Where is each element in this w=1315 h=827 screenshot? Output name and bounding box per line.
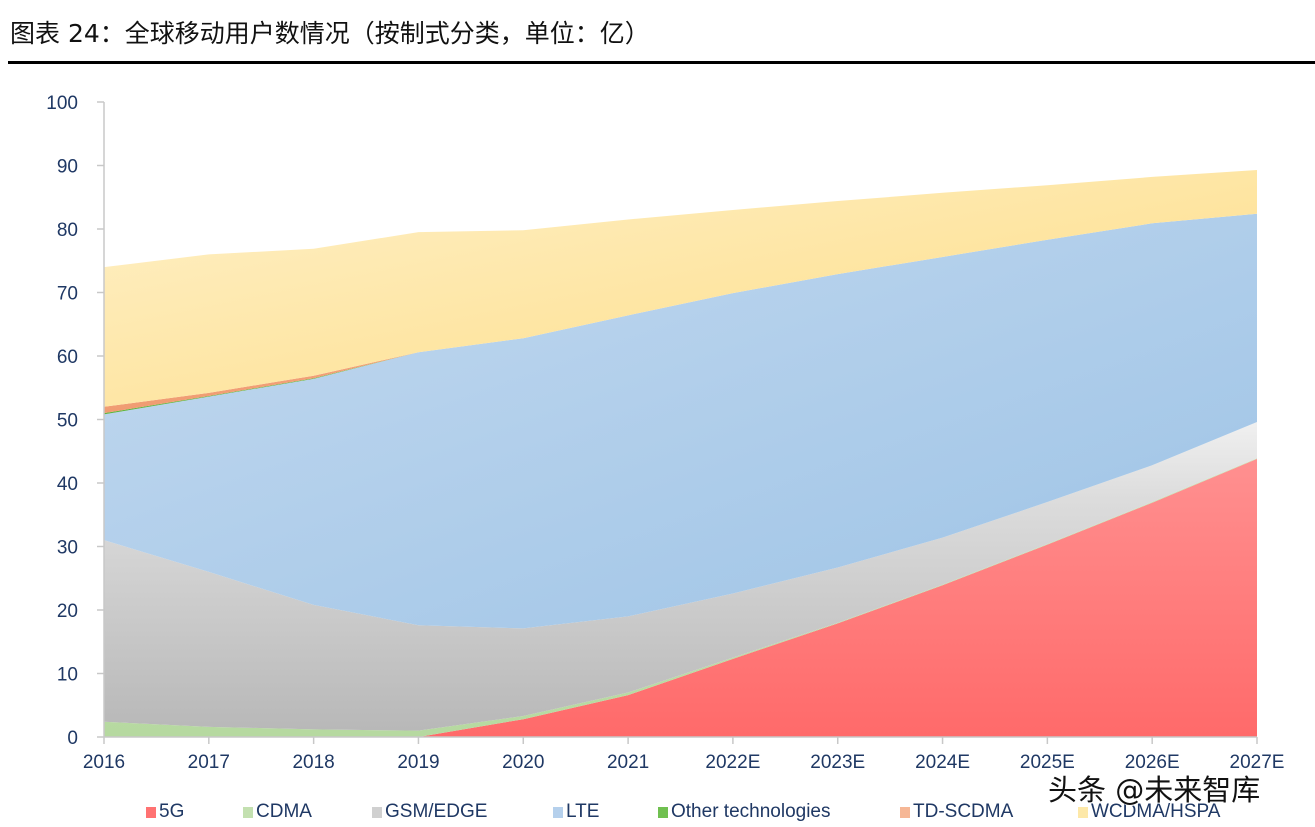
legend-swatch <box>243 806 253 818</box>
stacked-area-chart: 0 10 20 30 40 50 60 70 80 90 100 2016 2017 2018 2019 20… <box>46 93 1284 773</box>
legend-label: CDMA <box>256 801 312 822</box>
legend-item-cdma: CDMA <box>243 801 312 823</box>
legend-label: 5G <box>159 801 185 822</box>
y-tick-label: 90 <box>57 157 78 178</box>
x-tick-label: 2016 <box>83 752 125 773</box>
y-tick-label: 50 <box>57 411 78 432</box>
legend-label: Other technologies <box>671 801 831 822</box>
legend-swatch <box>372 806 382 818</box>
x-tick-label: 2017 <box>188 752 230 773</box>
legend-swatch <box>658 806 668 818</box>
y-tick-label: 10 <box>57 665 78 686</box>
x-tick-label: 2022E <box>705 752 760 773</box>
watermark: 头条 @未来智库 <box>1048 773 1261 807</box>
x-tick-label: 2021 <box>607 752 649 773</box>
legend-swatch <box>146 806 156 818</box>
legend-item-5g: 5G <box>146 801 184 823</box>
legend-item-td-scdma: TD-SCDMA <box>900 801 1013 823</box>
legend-label: TD-SCDMA <box>913 801 1014 822</box>
x-tick-label: 2024E <box>915 752 970 773</box>
x-tick-label: 2019 <box>397 752 439 773</box>
y-tick-label: 0 <box>67 728 78 749</box>
legend-label: GSM/EDGE <box>385 801 488 822</box>
area-series-group <box>104 169 1257 737</box>
x-tick-label: 2020 <box>502 752 544 773</box>
x-tick-label: 2023E <box>810 752 865 773</box>
legend-label: LTE <box>566 801 600 822</box>
legend-item-other-technologies: Other technologies <box>658 801 831 823</box>
y-tick-label: 100 <box>46 93 78 114</box>
y-tick-label: 80 <box>57 220 78 241</box>
legend-swatch <box>900 806 910 818</box>
y-tick-label: 40 <box>57 474 78 495</box>
y-tick-label: 20 <box>57 601 78 622</box>
legend-item-gsm-edge: GSM/EDGE <box>372 801 487 823</box>
legend-swatch <box>553 806 563 818</box>
y-tick-label: 70 <box>57 284 78 305</box>
y-tick-label: 60 <box>57 347 78 368</box>
y-tick-label: 30 <box>57 538 78 559</box>
x-tick-label: 2018 <box>292 752 334 773</box>
legend-item-lte: LTE <box>553 801 599 823</box>
